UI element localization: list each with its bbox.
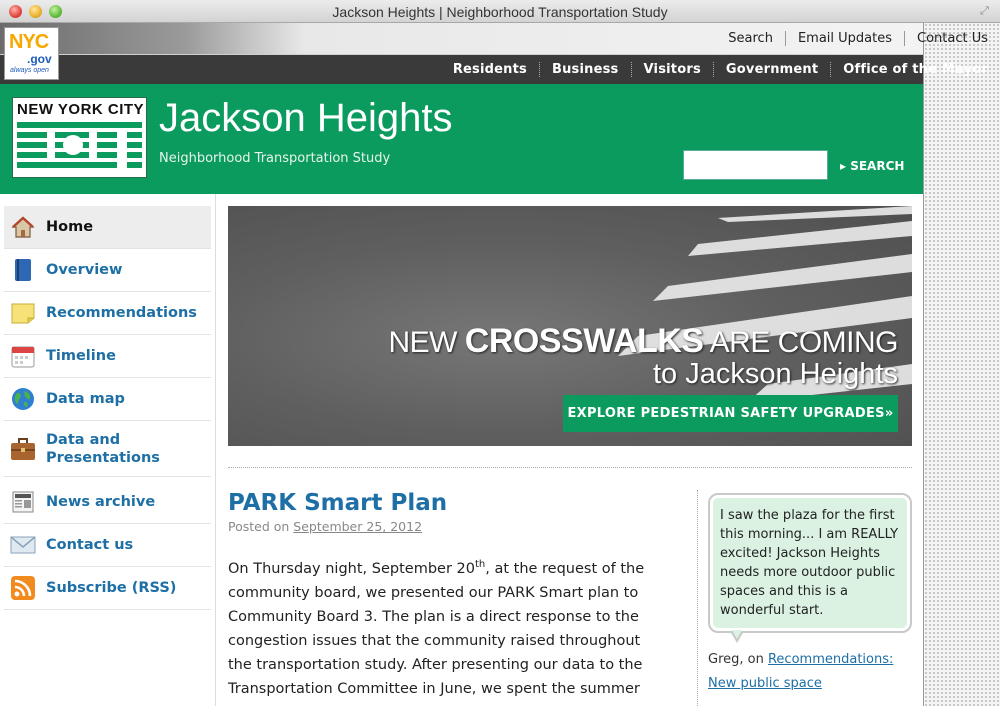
post-date-link[interactable]: September 25, 2012 [293, 519, 422, 534]
envelope-icon [10, 532, 36, 558]
nav-residents[interactable]: Residents [441, 62, 540, 77]
main-nav-links: Residents Business Visitors Government O… [441, 62, 988, 77]
sidebar-item-subscribe-rss[interactable]: Subscribe (RSS) [4, 567, 211, 610]
sidebar-item-timeline[interactable]: Timeline [4, 335, 211, 378]
sidebar-item-label: Data map [46, 391, 125, 407]
hero-banner[interactable]: NEW CROSSWALKS ARE COMING to Jackson Hei… [228, 206, 912, 446]
sidebar-item-news-archive[interactable]: News archive [4, 481, 211, 524]
testimonial-quote: I saw the plaza for the first this morni… [720, 508, 899, 618]
dot-logo-text: NEW YORK CITY [17, 101, 145, 118]
utility-link-search[interactable]: Search [716, 31, 786, 46]
nyc-gov-logo[interactable]: NYC .gov always open [4, 27, 59, 80]
search-input[interactable] [683, 150, 828, 180]
sidebar-item-data-and-presentations[interactable]: Data and Presentations [4, 421, 211, 477]
fullscreen-icon[interactable]: ⤢ [980, 5, 992, 17]
bubble-tail [730, 630, 744, 643]
window-titlebar: Jackson Heights | Neighborhood Transport… [0, 0, 1000, 23]
site-title: Jackson Heights [159, 96, 453, 140]
site-subtitle: Neighborhood Transportation Study [159, 151, 391, 166]
sidebar-item-label: Recommendations [46, 305, 197, 321]
book-icon [10, 257, 36, 283]
utility-link-email-updates[interactable]: Email Updates [786, 31, 905, 46]
nyc-dot-logo[interactable]: NEW YORK CITY [12, 97, 147, 178]
sidebar-item-label: Contact us [46, 537, 134, 553]
sidebar-item-label: Data and Presentations [46, 431, 160, 466]
post-meta: Posted on September 25, 2012 [228, 519, 423, 534]
search-button[interactable]: ▸ SEARCH [840, 159, 904, 173]
calendar-icon [10, 343, 36, 369]
explore-pedestrian-safety-button[interactable]: EXPLORE PEDESTRIAN SAFETY UPGRADES» [563, 395, 898, 432]
briefcase-icon [10, 436, 36, 462]
globe-icon [10, 386, 36, 412]
note-icon [10, 300, 36, 326]
sidebar: Home Overview Recommendations Timeline D… [0, 194, 216, 706]
dot-logo-mark [17, 122, 142, 172]
content-divider [228, 467, 912, 468]
sidebar-item-home[interactable]: Home [4, 206, 211, 249]
nav-visitors[interactable]: Visitors [632, 62, 714, 77]
nav-business[interactable]: Business [540, 62, 632, 77]
newspaper-icon [10, 489, 36, 515]
page-gutter [923, 23, 1000, 706]
testimonial-attribution: Greg, on Recommendations: New public spa… [708, 652, 894, 691]
post-body: On Thursday night, September 20th, at th… [228, 559, 645, 697]
column-divider [697, 490, 698, 706]
home-icon [10, 214, 36, 240]
nyc-logo-tagline: always open [10, 67, 49, 74]
hero-subheadline: to Jackson Heights [652, 358, 898, 390]
sidebar-item-recommendations[interactable]: Recommendations [4, 292, 211, 335]
sidebar-item-label: Overview [46, 262, 123, 278]
sidebar-item-data-map[interactable]: Data map [4, 378, 211, 421]
utility-link-contact-us[interactable]: Contact Us [905, 31, 988, 46]
nyc-logo-text: NYC [9, 31, 49, 53]
window-title: Jackson Heights | Neighborhood Transport… [332, 4, 668, 20]
hero-headline: NEW CROSSWALKS ARE COMING [388, 322, 898, 360]
sidebar-item-label: Home [46, 219, 94, 235]
sidebar-item-overview[interactable]: Overview [4, 249, 211, 292]
utility-links: Search Email Updates Contact Us [716, 31, 988, 46]
sidebar-item-label: Timeline [46, 348, 116, 364]
sidebar-item-label: Subscribe (RSS) [46, 580, 177, 596]
nav-office-of-the-mayor[interactable]: Office of the Mayor [831, 62, 988, 77]
rss-icon [10, 575, 36, 601]
nyc-logo-gov: .gov [27, 52, 52, 66]
post-title[interactable]: PARK Smart Plan [228, 490, 447, 516]
nav-government[interactable]: Government [714, 62, 832, 77]
sidebar-item-label: News archive [46, 494, 156, 510]
sidebar-item-contact-us[interactable]: Contact us [4, 524, 211, 567]
